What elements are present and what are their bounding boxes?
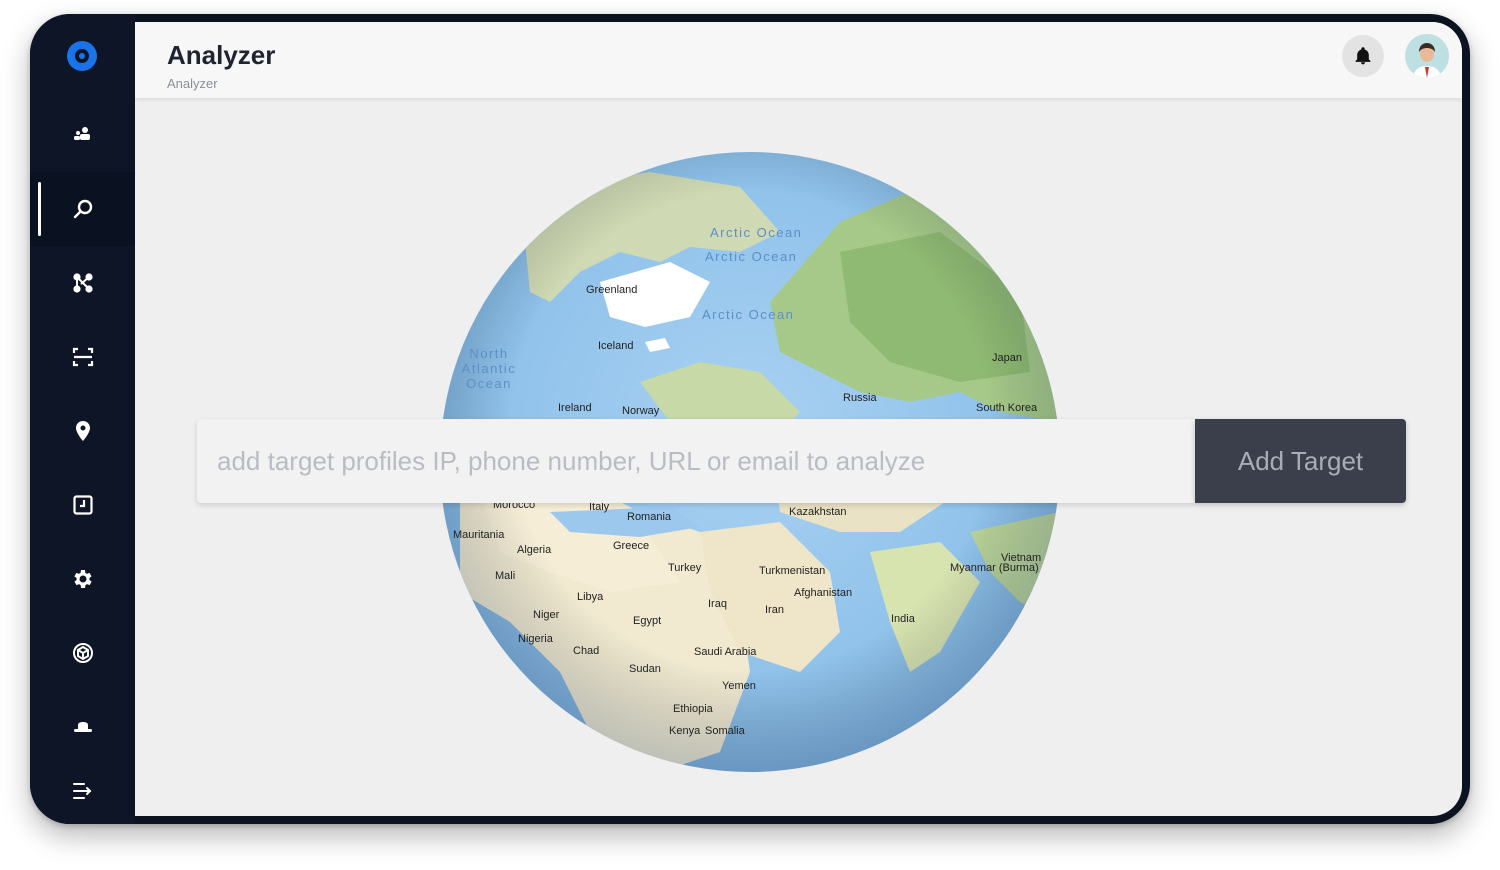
- map-label: Mauritania: [453, 529, 505, 541]
- cube-icon: [72, 643, 93, 663]
- sidebar-item-location[interactable]: [30, 394, 135, 468]
- sidebar-item-targets[interactable]: [30, 98, 135, 172]
- map-label: Sudan: [629, 663, 661, 675]
- hat-icon: [73, 722, 92, 732]
- target-search-bar: [197, 419, 1195, 503]
- scan-icon: [72, 347, 93, 367]
- map-label: South Korea: [976, 402, 1038, 414]
- notifications-button[interactable]: [1342, 35, 1384, 77]
- bell-icon: [1355, 47, 1371, 65]
- map-label: Greece: [613, 540, 650, 552]
- sidebar-item-agents[interactable]: [30, 690, 135, 764]
- map-label: North Atlantic Ocean: [461, 346, 517, 391]
- map-label: Algeria: [517, 544, 552, 556]
- sidebar-item-modules[interactable]: [30, 616, 135, 690]
- map-label: Egypt: [633, 615, 662, 627]
- map-label: Turkey: [668, 562, 702, 574]
- map-label: Libya: [577, 591, 604, 603]
- app-logo[interactable]: [67, 41, 97, 71]
- map-label: Arctic Ocean: [710, 225, 803, 240]
- map-label: Vietnam: [1001, 552, 1042, 564]
- map-label: Turkmenistan: [759, 565, 826, 577]
- user-avatar[interactable]: [1405, 34, 1449, 78]
- map-label: India: [891, 613, 915, 625]
- gear-icon: [73, 570, 92, 588]
- map-label: Iraq: [708, 598, 727, 610]
- users-icon: [73, 127, 90, 140]
- map-pin-icon: [75, 421, 90, 441]
- map-label: Japan: [992, 352, 1022, 364]
- map-label: Ethiopia: [673, 703, 713, 715]
- map-label: Iceland: [598, 340, 634, 352]
- main-content: Analyzer Analyzer Greenland Arctic Ocean…: [135, 22, 1462, 816]
- sidebar-item-scan[interactable]: [30, 320, 135, 394]
- map-label: Yemen: [722, 680, 756, 692]
- sidebar-item-graph[interactable]: [30, 246, 135, 320]
- map-label: Kenya: [669, 725, 701, 737]
- search-icon: [73, 199, 92, 219]
- report-icon: [72, 495, 93, 515]
- top-bar: Analyzer Analyzer: [135, 22, 1462, 98]
- page-title: Analyzer: [167, 40, 276, 70]
- map-label: Iran: [765, 604, 784, 616]
- breadcrumb: Analyzer: [167, 76, 218, 91]
- map-label: Russia: [843, 392, 877, 404]
- map-label: Norway: [622, 405, 660, 417]
- map-label: Somalia: [705, 725, 745, 737]
- network-icon: [72, 273, 93, 293]
- avatar-icon: [1405, 34, 1449, 78]
- map-label: Arctic Ocean: [702, 307, 795, 322]
- map-label: Ireland: [558, 402, 592, 414]
- map-label: Greenland: [586, 284, 638, 296]
- map-label: Mali: [495, 570, 516, 582]
- sidebar-item-settings[interactable]: [30, 542, 135, 616]
- collapse-menu-icon: [72, 783, 91, 799]
- map-label: Arctic Ocean: [705, 249, 798, 264]
- map-label: Romania: [627, 511, 672, 523]
- sidebar-item-reports[interactable]: [30, 468, 135, 542]
- add-target-button[interactable]: Add Target: [1195, 419, 1406, 503]
- map-label: Afghanistan: [794, 587, 853, 599]
- map-label: Saudi Arabia: [694, 646, 757, 658]
- target-input[interactable]: [197, 419, 1195, 503]
- map-label: Kazakhstan: [789, 506, 847, 518]
- map-label: Chad: [573, 645, 600, 657]
- sidebar: [30, 14, 135, 824]
- sidebar-item-collapse[interactable]: [30, 754, 135, 824]
- map-label: Nigeria: [518, 633, 553, 645]
- sidebar-item-search[interactable]: [30, 172, 135, 246]
- app-frame: Analyzer Analyzer Greenland Arctic Ocean…: [30, 14, 1470, 824]
- map-label: Niger: [533, 609, 560, 621]
